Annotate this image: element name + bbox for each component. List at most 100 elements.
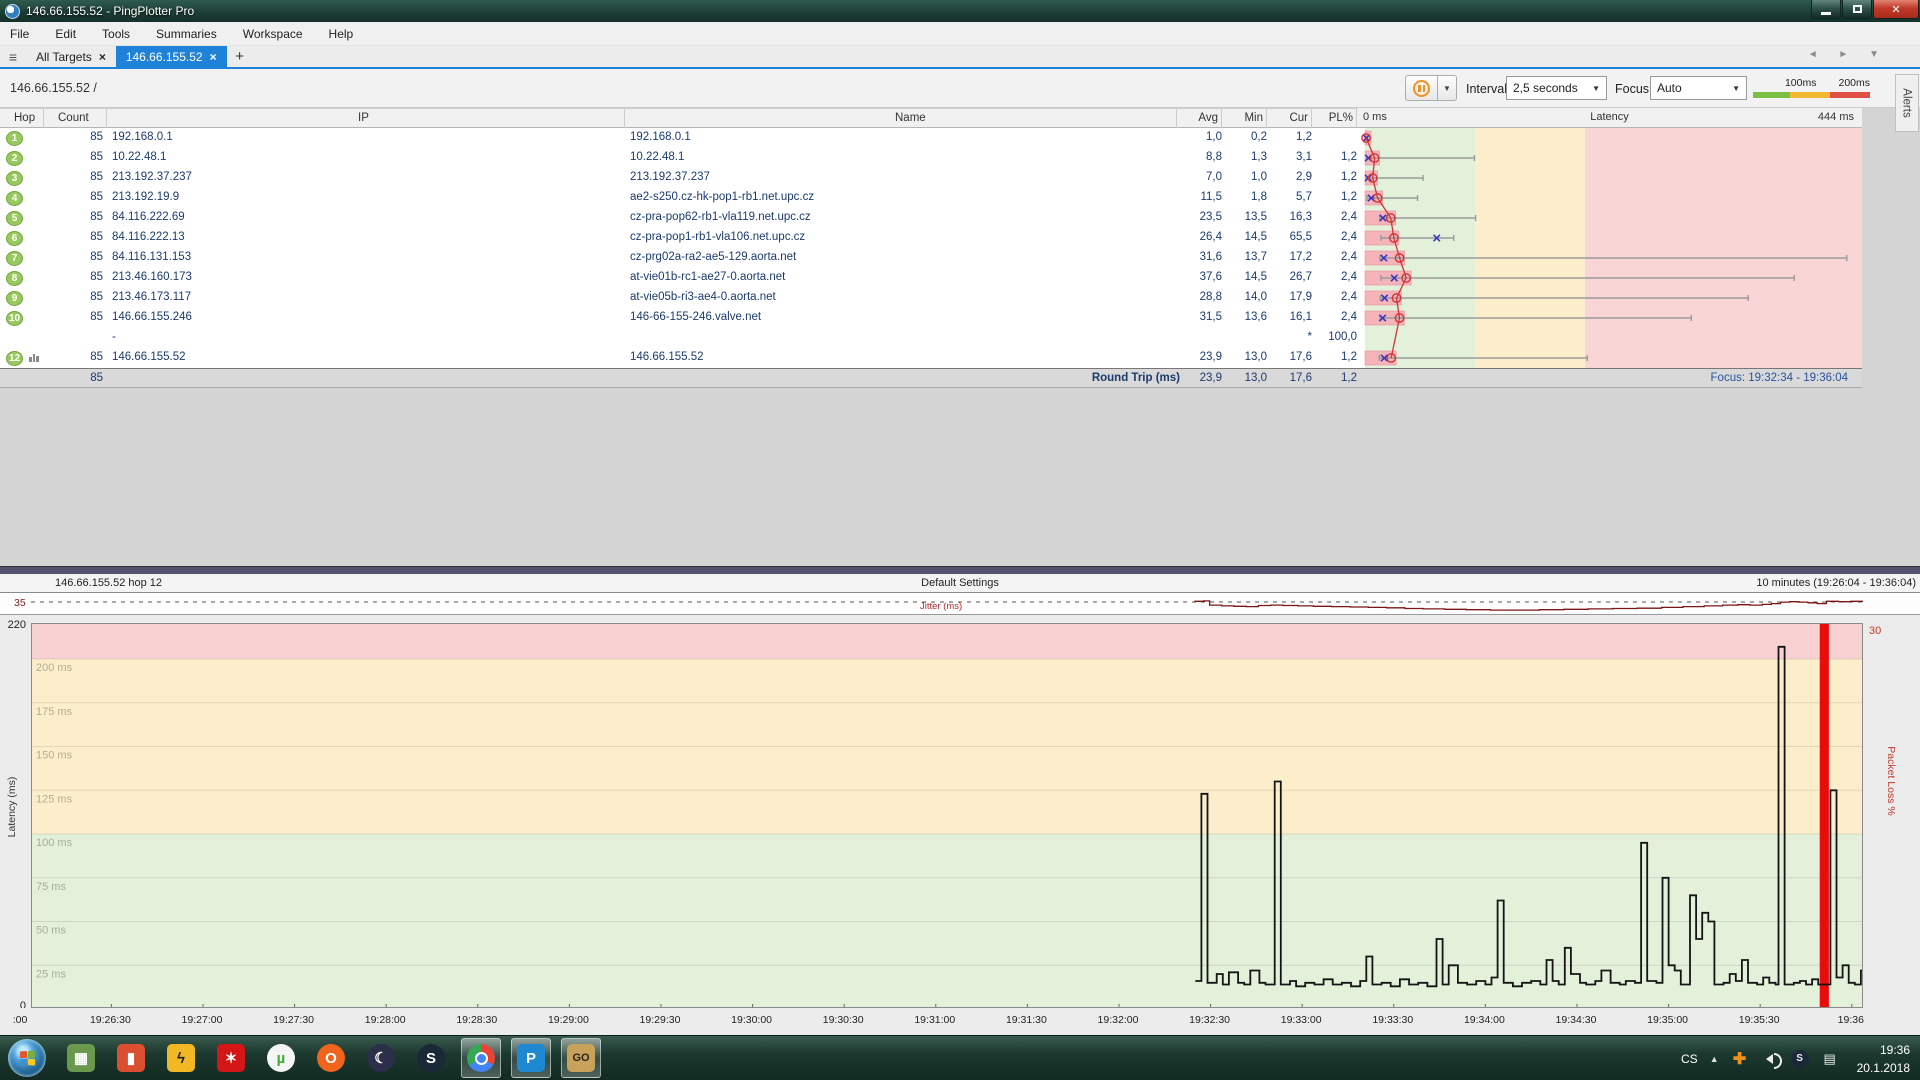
timeline-plot[interactable]: 200 ms175 ms150 ms125 ms100 ms75 ms50 ms…	[31, 623, 1863, 1008]
pingplotter-app-icon	[5, 4, 20, 19]
avg-value: 23,9	[1180, 351, 1222, 363]
hop-number-badge: 9	[6, 291, 23, 306]
pause-dropdown-arrow[interactable]: ▼	[1438, 75, 1457, 101]
col-cur[interactable]: Cur	[1276, 112, 1308, 124]
min-value: 13,7	[1225, 251, 1267, 263]
new-tab-button[interactable]: +	[227, 46, 253, 67]
start-button[interactable]	[8, 1039, 46, 1077]
menu-help[interactable]: Help	[329, 27, 354, 41]
timeline-settings[interactable]: Default Settings	[0, 577, 1920, 589]
daemon-tools-icon[interactable]: ☾	[361, 1038, 401, 1078]
maximize-button[interactable]	[1842, 0, 1872, 19]
csgo-icon[interactable]: GO	[561, 1038, 601, 1078]
col-ip[interactable]: IP	[358, 112, 369, 124]
focus-select[interactable]: Auto▼	[1650, 76, 1747, 100]
timeline-range[interactable]: 10 minutes (19:26:04 - 19:36:04)	[1756, 577, 1916, 589]
min-value: 1,3	[1225, 151, 1267, 163]
time-axis: :0019:26:3019:27:0019:27:3019:28:0019:28…	[0, 1008, 1920, 1035]
close-button[interactable]: ✕	[1873, 0, 1919, 19]
hamburger-icon[interactable]: ≡	[0, 46, 26, 67]
close-tab-icon[interactable]: ×	[210, 50, 217, 64]
chrome-icon[interactable]	[461, 1038, 501, 1078]
legend-100ms: 100ms	[1785, 77, 1817, 89]
tab-scroll-arrows[interactable]: ◄ ► ▼	[1808, 49, 1888, 60]
latency-column-title: Latency	[1357, 111, 1862, 123]
clock[interactable]: 19:36 20.1.2018	[1857, 1041, 1910, 1077]
pause-icon	[1413, 80, 1430, 97]
cur-value: 2,9	[1270, 171, 1312, 183]
menu-workspace[interactable]: Workspace	[243, 27, 303, 41]
origin-icon[interactable]: O	[311, 1038, 351, 1078]
count-value: 85	[45, 291, 103, 303]
min-value: 13,6	[1225, 311, 1267, 323]
pl-value: 1,2	[1315, 191, 1357, 203]
time-tick-label: 19:34:30	[1556, 1014, 1597, 1026]
menu-summaries[interactable]: Summaries	[156, 27, 217, 41]
ip-value: 84.116.222.13	[112, 231, 185, 243]
focus-range-text: Focus: 19:32:34 - 19:36:04	[1711, 372, 1848, 384]
col-hop[interactable]: Hop	[14, 112, 35, 124]
time-tick-label: 19:34:00	[1464, 1014, 1505, 1026]
col-count[interactable]: Count	[58, 112, 89, 124]
svg-text:25 ms: 25 ms	[36, 968, 66, 980]
jitter-label: Jitter (ms)	[920, 601, 962, 612]
hop-number-badge: 6	[6, 231, 23, 246]
latency-graph-column: 0 ms Latency 444 ms	[1357, 108, 1862, 388]
cur-value: 5,7	[1270, 191, 1312, 203]
menu-edit[interactable]: Edit	[55, 27, 76, 41]
min-value: 1,8	[1225, 191, 1267, 203]
steam-tray-icon[interactable]: S	[1791, 1050, 1809, 1068]
pl-value: 2,4	[1315, 251, 1357, 263]
svg-text:200 ms: 200 ms	[36, 662, 73, 674]
close-tab-icon[interactable]: ×	[99, 50, 106, 64]
round-trip-row: 85 Round Trip (ms) 23,9 13,0 17,6 1,2 Fo…	[0, 368, 1862, 388]
time-tick-label: 19:30:00	[731, 1014, 772, 1026]
language-indicator[interactable]: CS	[1681, 1052, 1698, 1066]
volume-icon[interactable]	[1761, 1050, 1779, 1068]
steam-icon[interactable]: S	[411, 1038, 451, 1078]
focus-label: Focus	[1615, 82, 1649, 96]
minimize-button[interactable]	[1811, 0, 1841, 19]
ip-value: 213.192.37.237	[112, 171, 192, 183]
cur-value: 16,1	[1270, 311, 1312, 323]
name-value: at-vie01b-rc1-ae27-0.aorta.net	[630, 271, 785, 283]
avg-value: 8,8	[1180, 151, 1222, 163]
min-value: 14,0	[1225, 291, 1267, 303]
tab-all-targets[interactable]: All Targets×	[26, 46, 116, 67]
cur-value: 65,5	[1270, 231, 1312, 243]
hwmonitor-icon[interactable]: ▮	[111, 1038, 151, 1078]
menu-file[interactable]: File	[10, 27, 29, 41]
winamp-icon[interactable]: ϟ	[161, 1038, 201, 1078]
jitter-strip: 35 Jitter (ms)	[0, 593, 1920, 615]
pl-value: 2,4	[1315, 231, 1357, 243]
col-name[interactable]: Name	[895, 112, 926, 124]
pane-splitter[interactable]	[0, 566, 1920, 574]
device-manager-icon[interactable]: ▦	[61, 1038, 101, 1078]
col-min[interactable]: Min	[1231, 112, 1263, 124]
interval-select[interactable]: 2,5 seconds▼	[1506, 76, 1607, 100]
ip-value: 213.46.160.173	[112, 271, 192, 283]
windows-logo-icon	[20, 1051, 35, 1066]
time-tick-label: 19:31:00	[914, 1014, 955, 1026]
round-trip-label: Round Trip (ms)	[880, 372, 1180, 384]
hop-number-badge: 8	[6, 271, 23, 286]
utorrent-icon[interactable]: µ	[261, 1038, 301, 1078]
tab-146-66-155-52[interactable]: 146.66.155.52×	[116, 46, 227, 67]
system-tray: CS ▲ ✚ S ▤ 19:36 20.1.2018	[1681, 1036, 1920, 1080]
alerts-side-tab[interactable]: Alerts	[1895, 74, 1919, 132]
pingplotter-icon[interactable]: P	[511, 1038, 551, 1078]
cur-value: 16,3	[1270, 211, 1312, 223]
network-icon[interactable]: ▤	[1821, 1050, 1839, 1068]
avast-tray-icon[interactable]: ✚	[1731, 1050, 1749, 1068]
tray-expand-icon[interactable]: ▲	[1710, 1054, 1719, 1064]
col-avg[interactable]: Avg	[1186, 112, 1218, 124]
time-tick-label: 19:27:00	[182, 1014, 223, 1026]
red-creature-icon[interactable]: ✶	[211, 1038, 251, 1078]
hop-number-badge: 4	[6, 191, 23, 206]
menu-tools[interactable]: Tools	[102, 27, 130, 41]
cur-value: 26,7	[1270, 271, 1312, 283]
pause-button[interactable]	[1405, 75, 1438, 101]
col-pl[interactable]: PL%	[1319, 112, 1353, 124]
min-value: 14,5	[1225, 231, 1267, 243]
interval-label: Interval	[1466, 82, 1507, 96]
